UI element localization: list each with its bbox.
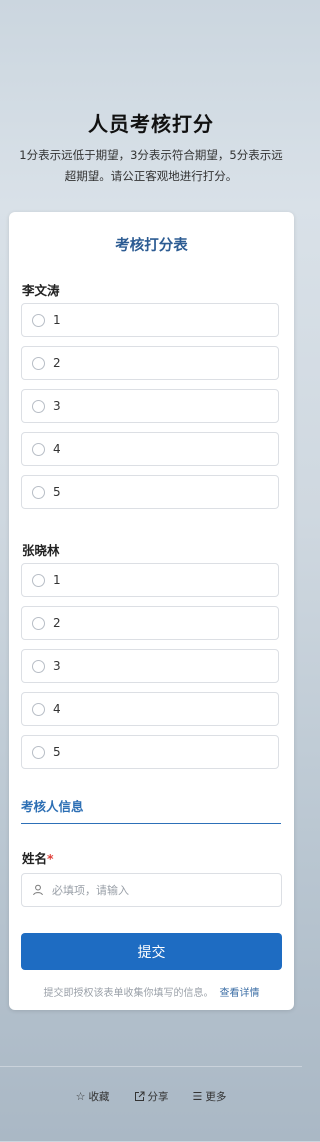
submit-button[interactable]: 提交 [21,933,282,970]
required-mark: * [47,851,54,866]
radio-icon [32,313,45,327]
share-label: 分享 [147,1091,169,1103]
footer-bar: ☆ 收藏 分享 ☰ 更多 [0,1066,302,1142]
rating-option[interactable]: 2 [21,606,279,640]
menu-icon: ☰ [192,1090,203,1103]
view-details-link[interactable]: 查看详情 [220,988,260,999]
radio-icon [32,573,45,587]
option-label: 2 [53,616,61,630]
more-button[interactable]: ☰ 更多 [193,1089,227,1104]
option-label: 3 [53,659,61,673]
radio-icon [32,659,45,673]
option-label: 1 [53,313,61,327]
rating-option[interactable]: 1 [21,303,279,337]
option-label: 3 [53,399,61,413]
question-title-2: 张晓林 [22,543,60,558]
radio-icon [32,356,45,370]
radio-icon [32,442,45,456]
rating-option[interactable]: 1 [21,563,279,597]
star-icon: ☆ [75,1090,86,1103]
option-label: 1 [53,573,61,587]
rating-option[interactable]: 5 [21,475,279,509]
radio-icon [32,399,45,413]
user-icon [33,884,43,896]
rating-option[interactable]: 4 [21,692,279,726]
name-input[interactable] [50,882,254,898]
rating-option[interactable]: 3 [21,389,279,423]
rating-option[interactable]: 2 [21,346,279,380]
page-description: 1分表示远低于期望，3分表示符合期望，5分表示远超期望。请公正客观地进行打分。 [19,148,283,183]
radio-icon [32,485,45,499]
option-label: 4 [53,702,61,716]
name-label-text: 姓名 [22,851,48,866]
section-title: 考核人信息 [21,799,84,814]
name-input-wrapper[interactable] [21,873,282,907]
share-button[interactable]: 分享 [134,1089,169,1104]
more-label: 更多 [205,1091,227,1103]
page-title: 人员考核打分 [88,112,214,136]
option-label: 4 [53,442,61,456]
section-header: 考核人信息 [21,796,281,824]
radio-icon [32,616,45,630]
favorite-button[interactable]: ☆ 收藏 [76,1089,110,1104]
notice-text: 提交即授权该表单收集你填写的信息。 [43,988,214,999]
option-label: 5 [53,745,61,759]
privacy-notice: 提交即授权该表单收集你填写的信息。 查看详情 [9,984,294,999]
rating-option[interactable]: 5 [21,735,279,769]
form-title: 考核打分表 [115,238,188,254]
name-field-label: 姓名* [22,848,54,867]
rating-option[interactable]: 3 [21,649,279,683]
question-title-1: 李文涛 [22,283,60,298]
option-label: 5 [53,485,61,499]
option-label: 2 [53,356,61,370]
favorite-label: 收藏 [88,1091,110,1103]
share-icon [134,1091,144,1101]
page-header: 人员考核打分 1分表示远低于期望，3分表示符合期望，5分表示远超期望。请公正客观… [0,108,302,187]
radio-icon [32,702,45,716]
rating-option[interactable]: 4 [21,432,279,466]
form-card: 考核打分表 李文涛 1 2 3 4 5 张晓林 1 2 3 4 5 考核人信息 … [9,212,294,1010]
radio-icon [32,745,45,759]
